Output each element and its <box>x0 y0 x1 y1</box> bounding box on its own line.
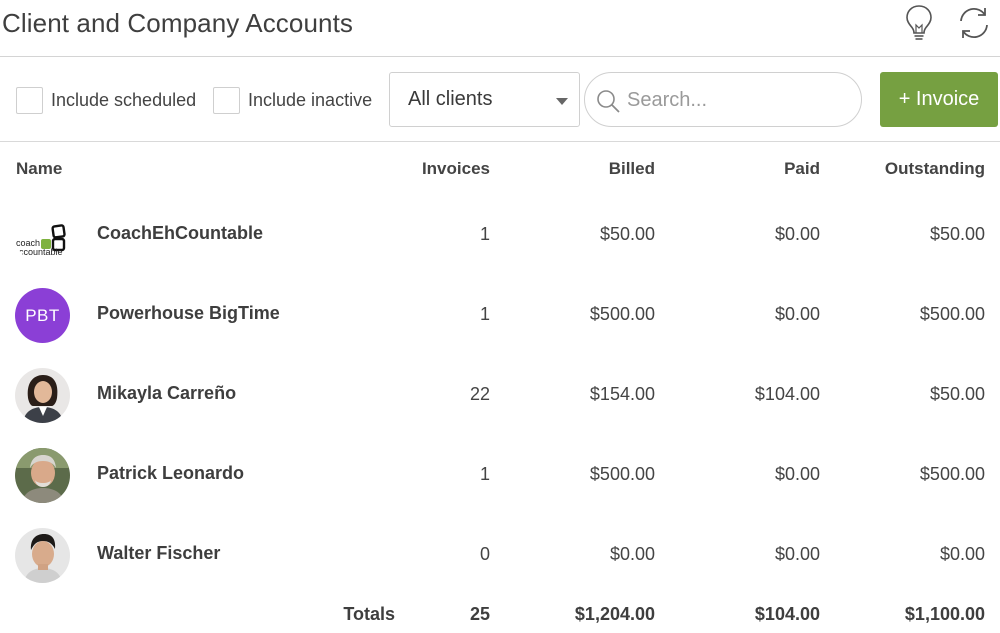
outstanding-amount: $50.00 <box>929 384 985 404</box>
table-row[interactable]: PBT Powerhouse BigTime 1 $500.00 $0.00 $… <box>0 275 1000 355</box>
column-header-paid[interactable]: Paid <box>784 159 820 179</box>
page-title: Client and Company Accounts <box>2 8 354 38</box>
page-header: Client and Company Accounts <box>0 0 1000 57</box>
include-inactive-checkbox[interactable] <box>213 86 240 114</box>
client-filter-select[interactable]: All clients <box>389 72 580 127</box>
include-scheduled-label: Include scheduled <box>51 89 197 110</box>
paid-amount: $0.00 <box>774 304 820 324</box>
totals-outstanding: $1,100.00 <box>904 604 985 624</box>
table-row[interactable]: Walter Fischer 0 $0.00 $0.00 $0.00 <box>0 515 1000 595</box>
chevron-down-icon <box>556 98 568 105</box>
column-header-invoices[interactable]: Invoices <box>422 159 490 179</box>
include-inactive-label: Include inactive <box>248 89 373 110</box>
client-filter-value: All clients <box>408 88 493 110</box>
billed-amount: $500.00 <box>589 304 655 324</box>
avatar-photo-man <box>15 528 70 583</box>
include-scheduled-toggle[interactable]: Include scheduled <box>16 86 196 114</box>
add-invoice-button[interactable]: + Invoice <box>880 72 998 127</box>
paid-amount: $104.00 <box>754 384 820 404</box>
totals-paid: $104.00 <box>754 604 820 624</box>
avatar-coach-accountable-logo: coach accountable <box>15 208 70 263</box>
table-row[interactable]: coach accountable CoachEhCountable 1 $50… <box>0 195 1000 275</box>
avatar-photo-older-man <box>15 448 70 503</box>
filter-toolbar: Include scheduled Include inactive All c… <box>0 58 1000 142</box>
include-scheduled-checkbox[interactable] <box>16 86 43 114</box>
invoices-count: 1 <box>479 304 490 324</box>
paid-amount: $0.00 <box>774 224 820 244</box>
paid-amount: $0.00 <box>774 464 820 484</box>
billed-amount: $154.00 <box>589 384 655 404</box>
client-name[interactable]: CoachEhCountable <box>97 223 263 244</box>
column-header-name[interactable]: Name <box>16 159 62 179</box>
avatar-initials-text: PBT <box>25 305 60 325</box>
invoices-count: 1 <box>479 464 490 484</box>
table-row[interactable]: Patrick Leonardo 1 $500.00 $0.00 $500.00 <box>0 435 1000 515</box>
refresh-icon[interactable] <box>955 5 993 45</box>
outstanding-amount: $500.00 <box>919 304 985 324</box>
invoices-count: 0 <box>479 544 490 564</box>
invoices-count: 1 <box>479 224 490 244</box>
client-name[interactable]: Mikayla Carreño <box>97 383 236 404</box>
totals-billed: $1,204.00 <box>574 604 655 624</box>
include-inactive-toggle[interactable]: Include inactive <box>213 86 372 114</box>
search-input[interactable] <box>627 83 852 117</box>
avatar-photo-woman <box>15 368 70 423</box>
search-icon <box>595 88 621 114</box>
client-name[interactable]: Walter Fischer <box>97 543 220 564</box>
client-name[interactable]: Powerhouse BigTime <box>97 303 280 324</box>
avatar-initials: PBT <box>15 288 70 343</box>
billed-amount: $0.00 <box>609 544 655 564</box>
invoices-count: 22 <box>469 384 490 404</box>
billed-amount: $50.00 <box>599 224 655 244</box>
search-box[interactable] <box>584 72 862 127</box>
billed-amount: $500.00 <box>589 464 655 484</box>
column-header-outstanding[interactable]: Outstanding <box>885 159 985 179</box>
client-name[interactable]: Patrick Leonardo <box>97 463 244 484</box>
table-row[interactable]: Mikayla Carreño 22 $154.00 $104.00 $50.0… <box>0 355 1000 435</box>
outstanding-amount: $50.00 <box>929 224 985 244</box>
totals-label: Totals <box>343 604 395 624</box>
totals-invoices: 25 <box>469 604 490 624</box>
totals-row: Totals 25 $1,204.00 $104.00 $1,100.00 <box>0 600 1000 630</box>
outstanding-amount: $500.00 <box>919 464 985 484</box>
lightbulb-icon[interactable] <box>902 3 936 43</box>
outstanding-amount: $0.00 <box>939 544 985 564</box>
svg-text:accountable: accountable <box>15 247 63 257</box>
paid-amount: $0.00 <box>774 544 820 564</box>
column-header-billed[interactable]: Billed <box>609 159 655 179</box>
